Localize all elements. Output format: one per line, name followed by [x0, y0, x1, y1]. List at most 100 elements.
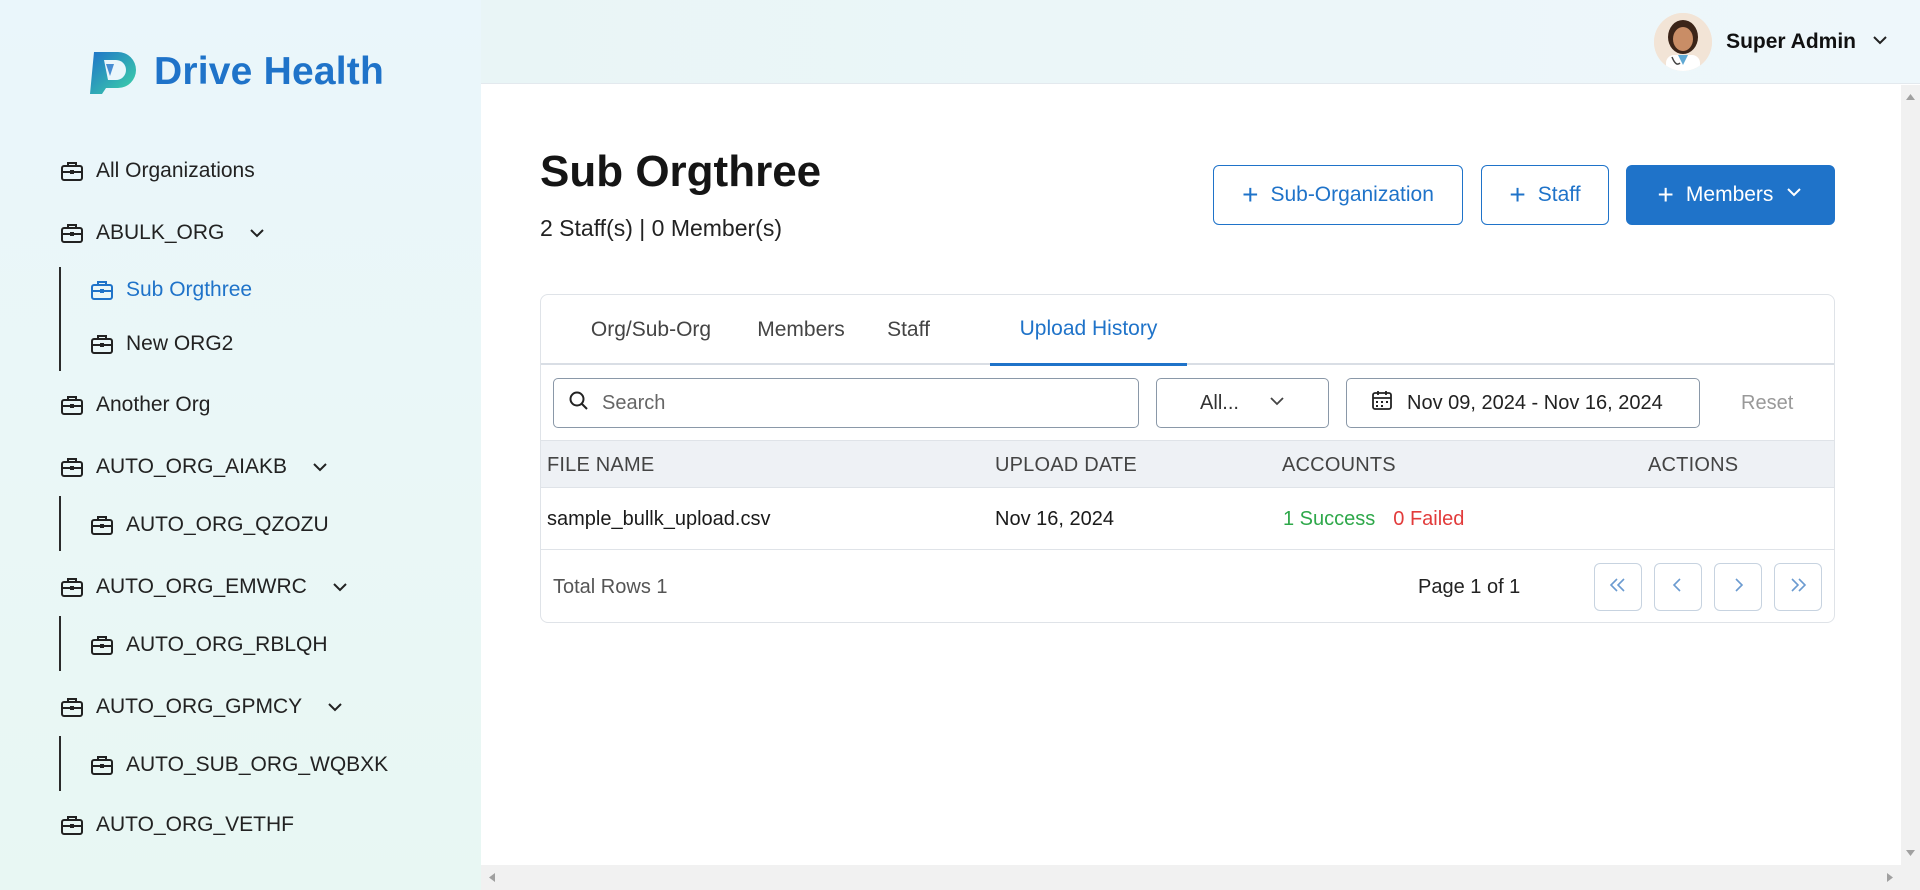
tree-connector — [59, 267, 61, 371]
table-header: FILE NAME UPLOAD DATE ACCOUNTS ACTIONS — [541, 440, 1834, 488]
date-range-picker[interactable]: Nov 09, 2024 - Nov 16, 2024 — [1346, 378, 1700, 428]
date-range-value: Nov 09, 2024 - Nov 16, 2024 — [1407, 391, 1663, 414]
tab-members[interactable]: Members — [746, 295, 856, 365]
button-label: Members — [1685, 183, 1774, 206]
sidebar-item-another-org[interactable]: Another Org — [60, 393, 210, 417]
previous-page-button[interactable] — [1654, 563, 1702, 611]
upload-history-card: Org/Sub-Org Members Staff Upload History… — [540, 294, 1835, 623]
briefcase-icon — [60, 576, 84, 598]
chevrons-left-icon — [1607, 576, 1629, 599]
search-input[interactable] — [602, 391, 1102, 415]
chevron-down-icon — [1269, 392, 1285, 415]
sidebar-item-label: Another Org — [96, 393, 211, 416]
sidebar-item-auto-org-vethf[interactable]: AUTO_ORG_VETHF — [60, 813, 294, 837]
briefcase-icon — [60, 814, 84, 836]
sidebar-item-new-org2[interactable]: New ORG2 — [90, 332, 233, 356]
brand-name: Drive Health — [154, 50, 384, 93]
column-header[interactable]: FILE NAME — [547, 441, 654, 489]
column-header[interactable]: ACCOUNTS — [1282, 441, 1396, 489]
sidebar-item-auto-sub-org-wqbxk[interactable]: AUTO_SUB_ORG_WQBXK — [90, 753, 388, 777]
sidebar-item-label: AUTO_ORG_GPMCY — [96, 695, 303, 718]
tree-connector — [59, 616, 61, 671]
sidebar-item-auto-org-qzozu[interactable]: AUTO_ORG_QZOZU — [90, 513, 329, 537]
upload-date-cell: Nov 16, 2024 — [995, 507, 1114, 530]
sidebar-item-label: AUTO_ORG_VETHF — [96, 813, 294, 836]
sidebar-item-label: AUTO_ORG_EMWRC — [96, 575, 307, 598]
failed-count[interactable]: 0 Failed — [1393, 508, 1464, 531]
add-members-button[interactable]: + Members — [1626, 165, 1835, 225]
sidebar-item-auto-org-emwrc[interactable]: AUTO_ORG_EMWRC — [60, 575, 349, 599]
sidebar-item-label: Sub Orgthree — [126, 278, 253, 301]
tab-upload-history[interactable]: Upload History — [990, 295, 1187, 366]
table-row: sample_bullk_upload.csv Nov 16, 2024 1 S… — [541, 488, 1834, 550]
chevron-down-icon — [1785, 183, 1803, 207]
briefcase-icon — [60, 696, 84, 718]
sidebar-item-sub-orgthree[interactable]: Sub Orgthree — [90, 278, 252, 302]
user-menu[interactable]: Super Admin — [1654, 13, 1890, 71]
briefcase-icon — [60, 456, 84, 478]
status-filter-select[interactable]: All... — [1156, 378, 1329, 428]
main-content: Sub Orgthree 2 Staff(s) | 0 Member(s) + … — [481, 85, 1901, 865]
sidebar-item-auto-org-rblqh[interactable]: AUTO_ORG_RBLQH — [90, 633, 328, 657]
sidebar-item-all-organizations[interactable]: All Organizations — [60, 159, 255, 183]
briefcase-icon — [60, 160, 84, 182]
success-count[interactable]: 1 Success — [1283, 508, 1375, 531]
tree-connector — [59, 736, 61, 791]
scroll-arrows-icon — [489, 873, 1893, 882]
tab-org-sub-org[interactable]: Org/Sub-Org — [566, 295, 736, 365]
plus-icon: + — [1242, 179, 1259, 210]
accounts-cell: 1 Success 0 Failed — [1283, 488, 1464, 550]
column-header: ACTIONS — [1648, 453, 1739, 476]
search-field[interactable] — [553, 378, 1139, 428]
chevron-down-icon — [1870, 30, 1890, 55]
chevron-left-icon — [1669, 576, 1687, 599]
page-title: Sub Orgthree — [540, 147, 822, 196]
calendar-icon — [1371, 389, 1393, 417]
sidebar-item-label: AUTO_ORG_QZOZU — [126, 513, 329, 536]
chevron-right-icon — [1729, 576, 1747, 599]
user-name: Super Admin — [1726, 30, 1856, 53]
add-sub-organization-button[interactable]: + Sub-Organization — [1213, 165, 1463, 225]
chevron-down-icon[interactable] — [248, 224, 266, 242]
vertical-scrollbar[interactable] — [1901, 85, 1920, 865]
briefcase-icon — [90, 279, 114, 301]
sidebar-item-auto-org-aiakb[interactable]: AUTO_ORG_AIAKB — [60, 455, 329, 479]
first-page-button[interactable] — [1594, 563, 1642, 611]
button-label: Sub-Organization — [1270, 183, 1434, 206]
sidebar-item-auto-org-gpmcy[interactable]: AUTO_ORG_GPMCY — [60, 695, 344, 719]
chevron-down-icon[interactable] — [311, 458, 329, 476]
horizontal-scrollbar[interactable] — [481, 865, 1920, 890]
briefcase-icon — [90, 634, 114, 656]
page-subtitle: 2 Staff(s) | 0 Member(s) — [540, 215, 782, 241]
reset-button[interactable]: Reset — [1741, 378, 1793, 428]
plus-icon: + — [1657, 179, 1674, 210]
chevrons-right-icon — [1787, 576, 1809, 599]
add-staff-button[interactable]: + Staff — [1481, 165, 1609, 225]
column-header[interactable]: UPLOAD DATE — [995, 441, 1137, 489]
sidebar-item-label: AUTO_ORG_AIAKB — [96, 455, 288, 478]
total-rows: Total Rows 1 — [553, 575, 668, 598]
select-value: All... — [1200, 391, 1239, 414]
last-page-button[interactable] — [1774, 563, 1822, 611]
sidebar-item-label: AUTO_ORG_RBLQH — [126, 633, 328, 656]
avatar — [1654, 13, 1713, 71]
briefcase-icon — [90, 754, 114, 776]
plus-icon: + — [1509, 179, 1526, 210]
page-info: Page 1 of 1 — [1418, 575, 1521, 598]
drive-health-logo-icon — [90, 52, 136, 94]
search-icon — [568, 390, 590, 417]
button-label: Staff — [1537, 183, 1581, 206]
brand-logo[interactable]: Drive Health — [88, 48, 384, 96]
next-page-button[interactable] — [1714, 563, 1762, 611]
tab-staff[interactable]: Staff — [866, 295, 951, 365]
chevron-down-icon[interactable] — [331, 578, 349, 596]
sidebar-item-abulk-org[interactable]: ABULK_ORG — [60, 221, 266, 245]
briefcase-icon — [90, 514, 114, 536]
file-name-cell: sample_bullk_upload.csv — [547, 507, 771, 530]
sidebar-item-label: AUTO_SUB_ORG_WQBXK — [126, 753, 389, 776]
briefcase-icon — [60, 394, 84, 416]
tab-bar: Org/Sub-Org Members Staff Upload History — [541, 295, 1834, 366]
briefcase-icon — [90, 333, 114, 355]
chevron-down-icon[interactable] — [326, 698, 344, 716]
top-header: Super Admin — [481, 0, 1920, 84]
